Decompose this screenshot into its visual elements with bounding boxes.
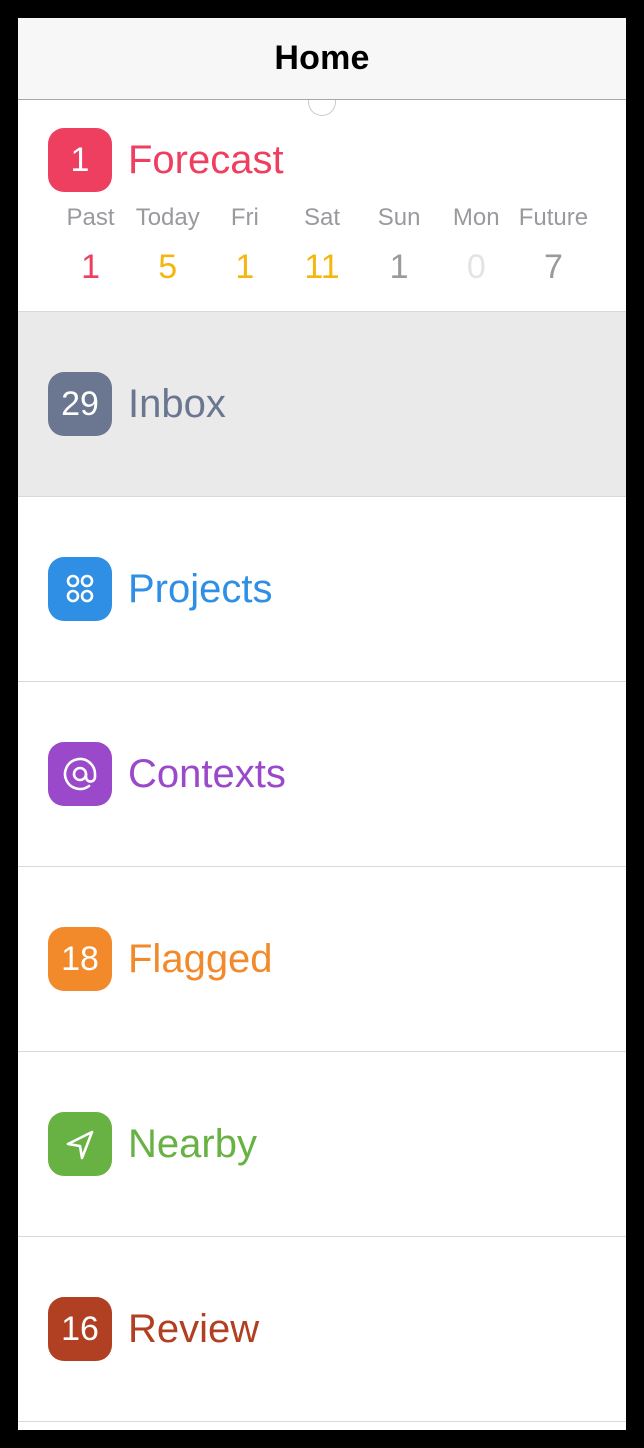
forecast-day-count: 7 <box>544 248 563 287</box>
contexts-icon <box>48 742 112 806</box>
row-nearby[interactable]: Nearby <box>18 1052 626 1237</box>
forecast-day-future[interactable]: Future 7 <box>515 204 592 287</box>
forecast-day-sat[interactable]: Sat 11 <box>283 204 360 287</box>
forecast-day-count: 1 <box>390 248 409 287</box>
forecast-day-label: Today <box>136 204 200 232</box>
forecast-label: Forecast <box>128 138 284 183</box>
inbox-badge: 29 <box>48 372 112 436</box>
forecast-badge: 1 <box>48 128 112 192</box>
inbox-label: Inbox <box>128 382 226 427</box>
forecast-day-label: Sun <box>378 204 421 232</box>
forecast-day-past[interactable]: Past 1 <box>52 204 129 287</box>
perspective-list: 1 Forecast Past 1 Today 5 Fri 1 Sat <box>18 100 626 1422</box>
forecast-day-mon[interactable]: Mon 0 <box>438 204 515 287</box>
at-icon <box>60 754 100 794</box>
home-screen: Home 1 Forecast Past 1 Today 5 Fri 1 <box>18 18 626 1430</box>
flagged-badge: 18 <box>48 927 112 991</box>
forecast-day-label: Sat <box>304 204 340 232</box>
nearby-label: Nearby <box>128 1122 257 1167</box>
contexts-label: Contexts <box>128 752 286 797</box>
forecast-day-today[interactable]: Today 5 <box>129 204 206 287</box>
projects-icon <box>48 557 112 621</box>
forecast-day-count: 5 <box>158 248 177 287</box>
row-forecast[interactable]: 1 Forecast Past 1 Today 5 Fri 1 Sat <box>18 100 626 312</box>
forecast-day-fri[interactable]: Fri 1 <box>206 204 283 287</box>
forecast-day-count: 1 <box>81 248 100 287</box>
row-flagged[interactable]: 18 Flagged <box>18 867 626 1052</box>
review-badge: 16 <box>48 1297 112 1361</box>
forecast-day-label: Future <box>519 204 588 232</box>
forecast-day-count: 1 <box>235 248 254 287</box>
page-title: Home <box>274 39 369 78</box>
projects-label: Projects <box>128 567 273 612</box>
forecast-day-sun[interactable]: Sun 1 <box>361 204 438 287</box>
flagged-label: Flagged <box>128 937 273 982</box>
forecast-day-count: 0 <box>467 248 486 287</box>
forecast-mini-calendar: Past 1 Today 5 Fri 1 Sat 11 Sun 1 <box>48 200 596 287</box>
row-projects[interactable]: Projects <box>18 497 626 682</box>
review-label: Review <box>128 1307 259 1352</box>
navbar: Home <box>18 18 626 100</box>
nearby-icon <box>48 1112 112 1176</box>
forecast-day-label: Past <box>67 204 115 232</box>
row-contexts[interactable]: Contexts <box>18 682 626 867</box>
location-arrow-icon <box>60 1124 100 1164</box>
folders-icon <box>60 569 100 609</box>
forecast-day-label: Mon <box>453 204 500 232</box>
forecast-day-label: Fri <box>231 204 259 232</box>
row-review[interactable]: 16 Review <box>18 1237 626 1422</box>
forecast-day-count: 11 <box>304 248 339 287</box>
row-inbox[interactable]: 29 Inbox <box>18 312 626 497</box>
